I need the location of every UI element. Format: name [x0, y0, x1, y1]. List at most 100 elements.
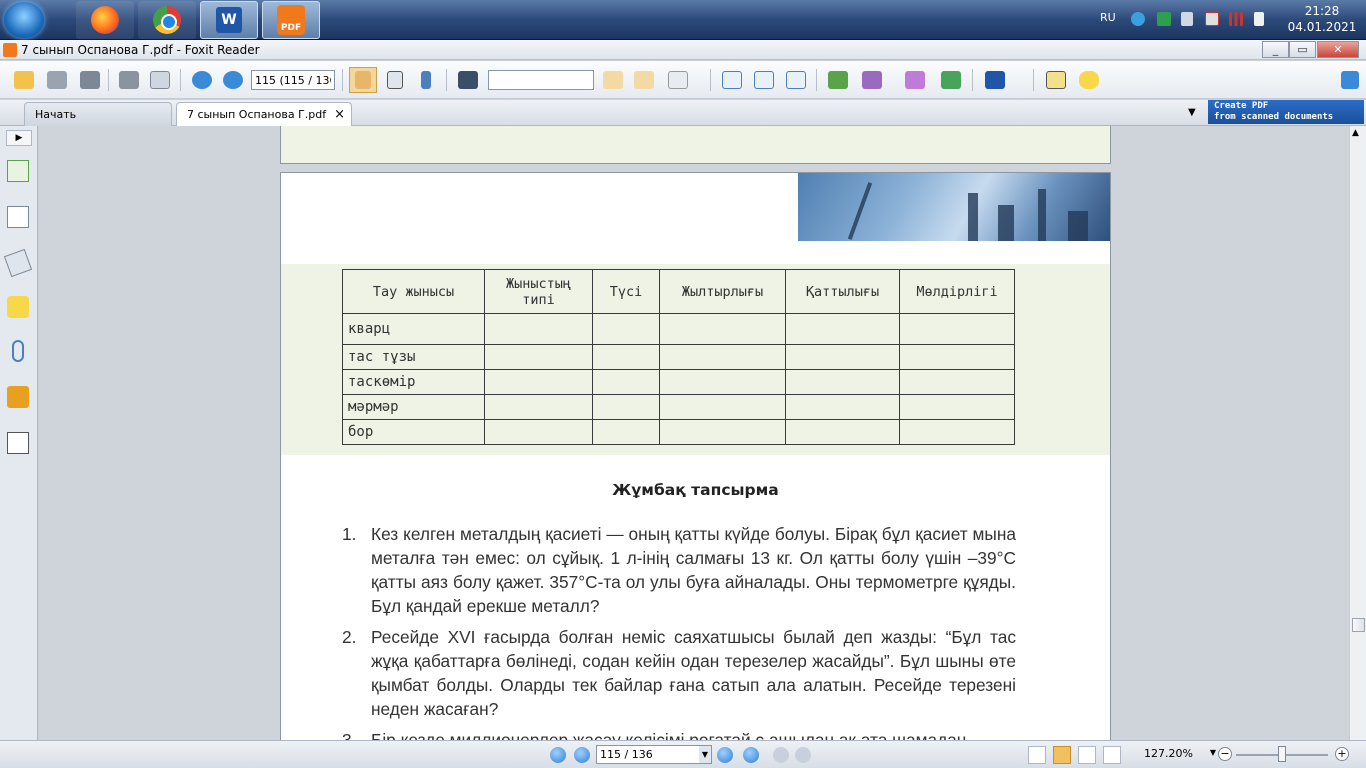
table-row: бор — [342, 419, 1015, 445]
pages-thumbnail-icon[interactable] — [7, 160, 29, 182]
forward-view-button[interactable] — [795, 747, 811, 763]
first-page-button[interactable] — [550, 747, 566, 763]
email-button[interactable] — [148, 69, 172, 91]
select-annotation-button[interactable] — [414, 69, 438, 91]
open-button[interactable] — [12, 69, 36, 91]
typewriter-button[interactable] — [1044, 69, 1068, 91]
table-cell — [899, 313, 1015, 345]
main-toolbar — [0, 61, 1366, 99]
next-page-button[interactable] — [221, 69, 245, 91]
continuous-view-button[interactable] — [1053, 746, 1071, 764]
flag-alert-icon[interactable] — [1205, 12, 1219, 26]
tab-bar: Начать 7 сынып Оспанова Г.pdf × ▼ Create… — [0, 100, 1366, 126]
arrow-up-icon — [192, 71, 212, 89]
zoom-level[interactable]: 127.20% — [1144, 747, 1193, 760]
language-indicator[interactable]: RU — [1100, 11, 1116, 24]
riddle-number: 3. — [342, 730, 357, 740]
pdf-export-button[interactable] — [903, 69, 927, 91]
foxit-app-icon[interactable] — [3, 43, 17, 57]
table-cell — [592, 344, 660, 370]
volume-icon[interactable] — [1181, 12, 1193, 26]
pdf-convert-icon — [941, 71, 961, 89]
tab-list-dropdown[interactable]: ▼ — [1188, 107, 1196, 118]
word-icon: W — [216, 7, 242, 33]
previous-page — [280, 126, 1111, 164]
scroll-up-icon[interactable]: ▲ — [1352, 128, 1359, 138]
hand-tool-button[interactable] — [349, 67, 377, 93]
foxit-plugin-button[interactable] — [983, 69, 1007, 91]
typewriter-icon — [1046, 71, 1066, 89]
find-next-button[interactable] — [632, 69, 656, 91]
fit-page-button[interactable] — [752, 69, 776, 91]
chrome-taskbar-button[interactable] — [138, 1, 196, 39]
scroll-thumb[interactable] — [1352, 618, 1365, 632]
select-text-button[interactable] — [383, 69, 407, 91]
last-page-button[interactable] — [743, 747, 759, 763]
clock[interactable]: 21:28 04.01.2021 — [1282, 3, 1362, 35]
document-viewer[interactable]: Тау жынысы Жыныстың типі Түсі Жылтырлығы… — [39, 126, 1349, 740]
fit-width-button[interactable] — [784, 69, 808, 91]
search-input[interactable] — [488, 70, 594, 90]
find-button[interactable] — [456, 69, 480, 91]
create-pdf-promo[interactable]: Create PDF from scanned documents — [1208, 100, 1364, 124]
firefox-icon — [91, 6, 119, 34]
prev-page-status-button[interactable] — [574, 747, 590, 763]
minimize-button[interactable]: _ — [1262, 41, 1289, 58]
back-view-button[interactable] — [773, 747, 789, 763]
banner-tower — [847, 182, 873, 240]
bookmarks-icon[interactable] — [7, 206, 29, 228]
maximize-button[interactable]: ▭ — [1289, 41, 1316, 58]
comments-panel-icon[interactable] — [7, 296, 29, 318]
tab-document[interactable]: 7 сынып Оспанова Г.pdf × — [176, 102, 352, 126]
table-cell — [592, 419, 660, 445]
next-page-status-button[interactable] — [717, 747, 733, 763]
layers-icon[interactable] — [3, 248, 33, 278]
table-cell — [785, 313, 900, 345]
actual-size-button[interactable] — [720, 69, 744, 91]
table-cell: таскөмір — [342, 369, 485, 395]
search-options-button[interactable] — [666, 69, 690, 91]
attachments-icon[interactable] — [12, 340, 24, 362]
chrome-icon — [153, 6, 181, 34]
zoom-slider-thumb[interactable] — [1278, 746, 1286, 762]
page-select[interactable]: 115 / 136 ▼ — [596, 745, 712, 764]
foxit-taskbar-button[interactable]: PDF — [262, 1, 320, 39]
table-header: Жыныстың типі — [484, 269, 593, 314]
signature-icon[interactable] — [7, 432, 29, 454]
battery-icon[interactable] — [1254, 12, 1264, 26]
save-all-button[interactable] — [78, 69, 102, 91]
signal-icon[interactable] — [1229, 12, 1243, 26]
table-cell — [484, 394, 593, 420]
firefox-taskbar-button[interactable] — [76, 1, 134, 39]
panel-expand-button[interactable]: ▶ — [6, 130, 32, 146]
tab-start[interactable]: Начать — [24, 102, 172, 126]
app-tray-icon[interactable] — [1157, 12, 1171, 26]
folder-icon — [14, 71, 34, 89]
page-number-input[interactable] — [251, 70, 335, 90]
continuous-facing-view-button[interactable] — [1103, 746, 1121, 764]
close-button[interactable]: ✕ — [1317, 41, 1359, 58]
start-button[interactable] — [4, 2, 44, 38]
prev-page-button[interactable] — [190, 69, 214, 91]
section-heading: Жұмбақ тапсырма — [612, 481, 779, 499]
foxit-icon: PDF — [277, 5, 305, 35]
comment-button[interactable] — [1077, 69, 1101, 91]
table-cell — [785, 344, 900, 370]
word-taskbar-button[interactable]: W — [200, 1, 258, 39]
clock-time: 21:28 — [1304, 4, 1340, 18]
zoom-out-button[interactable]: − — [1218, 747, 1232, 761]
facing-view-button[interactable] — [1078, 746, 1096, 764]
zoom-in-button[interactable]: + — [1335, 747, 1349, 761]
pdf-convert-button[interactable] — [939, 69, 963, 91]
tab-close-icon[interactable]: × — [334, 107, 345, 122]
save-button[interactable] — [45, 69, 69, 91]
find-prev-button[interactable] — [601, 69, 625, 91]
security-lock-icon[interactable] — [7, 386, 29, 408]
vertical-scrollbar[interactable]: ▲ — [1349, 126, 1366, 740]
pdf-tools-button[interactable] — [860, 69, 884, 91]
create-pdf-button[interactable] — [826, 69, 850, 91]
network-tray-icon[interactable] — [1131, 12, 1145, 26]
single-page-view-button[interactable] — [1028, 746, 1046, 764]
print-button[interactable] — [117, 69, 141, 91]
restore-toolbar-button[interactable] — [1338, 69, 1362, 91]
